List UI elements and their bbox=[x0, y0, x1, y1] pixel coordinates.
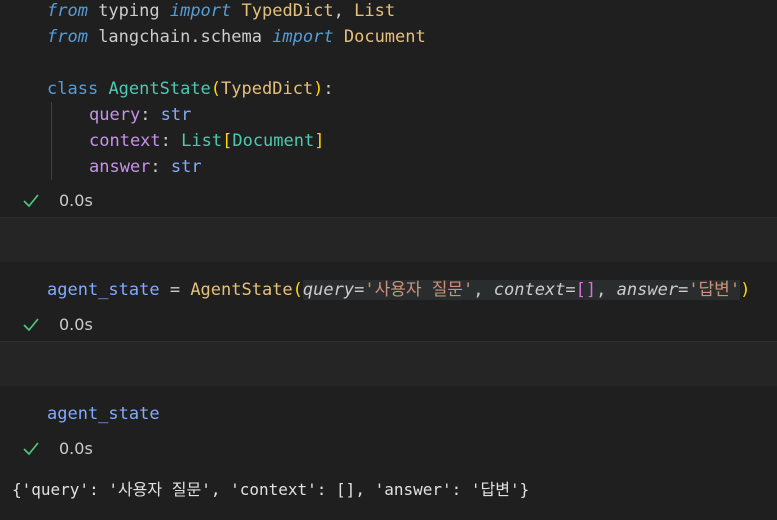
code-line-7: answer: str bbox=[89, 154, 202, 180]
param-name: answer bbox=[616, 280, 679, 300]
field-name: answer bbox=[89, 157, 151, 177]
paren-open: ( bbox=[292, 280, 303, 300]
code-cell-3[interactable]: agent_state 0.0s bbox=[0, 386, 777, 464]
code-line: agent_state bbox=[47, 401, 160, 427]
separator: , bbox=[596, 280, 617, 300]
cell-output: {'query': '사용자 질문', 'context': [], 'answ… bbox=[12, 480, 530, 499]
assign-op: = bbox=[159, 280, 191, 300]
check-icon bbox=[23, 194, 39, 208]
separator: , bbox=[473, 280, 494, 300]
class-call: AgentState bbox=[190, 280, 293, 300]
type-name: str bbox=[160, 105, 192, 125]
indent-guide bbox=[51, 102, 52, 180]
run-status: 0.0s bbox=[0, 188, 200, 214]
run-status: 0.0s bbox=[0, 312, 200, 338]
comma: , bbox=[333, 1, 355, 21]
cell-separator bbox=[0, 341, 777, 387]
bracket-close: ] bbox=[585, 280, 597, 300]
bracket-close: ] bbox=[314, 131, 325, 151]
code-line: agent_state = AgentState(query='사용자 질문',… bbox=[47, 277, 750, 303]
field-name: query bbox=[89, 105, 141, 125]
code-line-2: from langchain.schema import Document bbox=[47, 24, 426, 50]
colon: : bbox=[160, 131, 182, 151]
string-value: '답변' bbox=[688, 280, 741, 300]
type-name: str bbox=[170, 157, 202, 177]
colon: : bbox=[140, 105, 161, 125]
code-line-4: class AgentState(TypedDict): bbox=[47, 76, 334, 102]
colon: : bbox=[323, 79, 334, 99]
keyword-from: from bbox=[47, 27, 88, 47]
equals: = bbox=[565, 280, 576, 300]
bracket-open: [ bbox=[222, 131, 233, 151]
module-name: typing bbox=[87, 1, 170, 21]
string-value: '사용자 질문' bbox=[364, 280, 474, 300]
code-cell-1[interactable]: from typing import TypedDict, List from … bbox=[0, 0, 777, 216]
execution-time: 0.0s bbox=[59, 315, 93, 334]
check-icon bbox=[23, 318, 39, 332]
run-status: 0.0s bbox=[0, 436, 200, 462]
colon: : bbox=[150, 157, 171, 177]
import-name: TypedDict bbox=[241, 1, 334, 21]
class-name: AgentState bbox=[108, 79, 211, 99]
equals: = bbox=[678, 280, 689, 300]
equals: = bbox=[354, 280, 365, 300]
code-line-6: context: List[Document] bbox=[89, 128, 324, 154]
cell-separator bbox=[0, 217, 777, 263]
args-highlight: query='사용자 질문', context=[], answer='답변' bbox=[302, 280, 741, 300]
keyword-from: from bbox=[47, 1, 88, 21]
type-name: Document bbox=[232, 131, 315, 151]
keyword-import: import bbox=[272, 27, 334, 47]
variable-name: agent_state bbox=[47, 280, 160, 300]
code-line-5: query: str bbox=[89, 102, 191, 128]
base-class: TypedDict bbox=[221, 79, 314, 99]
execution-time: 0.0s bbox=[59, 191, 93, 210]
module-name: langchain.schema bbox=[87, 27, 273, 47]
code-line-1: from typing import TypedDict, List bbox=[47, 0, 395, 24]
variable-name: agent_state bbox=[47, 404, 160, 424]
paren-close: ) bbox=[313, 79, 324, 99]
import-name: Document bbox=[343, 27, 426, 47]
notebook: from typing import TypedDict, List from … bbox=[0, 0, 777, 520]
check-icon bbox=[23, 442, 39, 456]
execution-time: 0.0s bbox=[59, 439, 93, 458]
paren-open: ( bbox=[210, 79, 222, 99]
paren-close: ) bbox=[740, 280, 751, 300]
keyword-import: import bbox=[169, 1, 232, 21]
param-name: context bbox=[493, 280, 566, 300]
type-name: List bbox=[181, 131, 223, 151]
code-cell-2[interactable]: agent_state = AgentState(query='사용자 질문',… bbox=[0, 262, 777, 340]
import-name: List bbox=[354, 1, 396, 21]
param-name: query bbox=[302, 280, 355, 300]
field-name: context bbox=[89, 131, 161, 151]
keyword-class: class bbox=[47, 79, 99, 99]
bracket-open: [ bbox=[575, 280, 586, 300]
